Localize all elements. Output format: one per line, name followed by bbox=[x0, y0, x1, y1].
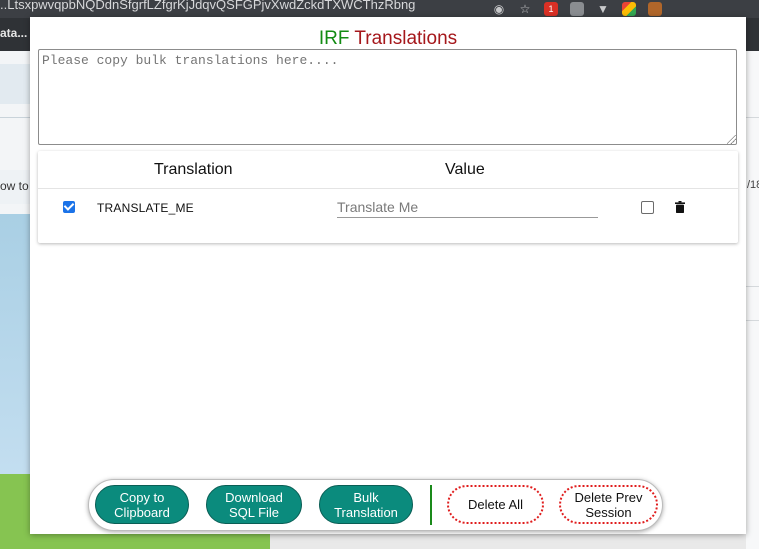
trash-icon[interactable] bbox=[675, 201, 685, 213]
background-image bbox=[0, 214, 30, 474]
row-flag-checkbox[interactable] bbox=[641, 201, 654, 214]
action-toolbar: Copy to Clipboard Download SQL File Bulk Tr… bbox=[88, 479, 663, 531]
bookmark-item[interactable]: ata... bbox=[0, 26, 27, 40]
background-text: ow to bbox=[0, 170, 30, 204]
toolbar-divider bbox=[430, 485, 432, 525]
button-label: Session bbox=[585, 504, 632, 520]
page-title: IRF Translations bbox=[30, 28, 746, 50]
star-icon[interactable]: ☆ bbox=[518, 2, 532, 16]
column-header-value: Value bbox=[445, 161, 485, 178]
vpn-icon[interactable]: ▼ bbox=[596, 2, 610, 16]
extension-icon[interactable]: 1 bbox=[544, 2, 558, 16]
title-translations: Translations bbox=[354, 28, 458, 49]
button-label: Bulk bbox=[353, 489, 379, 505]
button-label: SQL File bbox=[228, 504, 280, 520]
resize-handle[interactable] bbox=[727, 135, 736, 144]
header-divider bbox=[38, 188, 738, 189]
row-select-checkbox[interactable] bbox=[63, 201, 75, 213]
button-label: Copy to bbox=[119, 489, 165, 505]
delete-prev-session-button[interactable]: Delete Prev Session bbox=[559, 485, 658, 524]
browser-url-text: ..Ltsxpwvqpb​NQDdnSfgrfLZfgrKjJdqvQSFGPj… bbox=[0, 0, 416, 12]
extension-icon[interactable] bbox=[648, 2, 662, 16]
button-label: Clipboard bbox=[114, 504, 170, 520]
translation-value-input[interactable] bbox=[337, 197, 598, 218]
extension-icon[interactable] bbox=[622, 2, 636, 16]
copy-to-clipboard-button[interactable]: Copy to Clipboard bbox=[95, 485, 189, 524]
background-divider bbox=[746, 286, 759, 287]
background-page-right bbox=[746, 51, 759, 549]
background-banner bbox=[0, 64, 30, 104]
background-divider bbox=[746, 117, 759, 118]
background-divider bbox=[0, 117, 30, 118]
button-label: Delete Prev bbox=[574, 489, 643, 505]
browser-toolbar-icons: ◉ ☆ 1 ▼ bbox=[492, 0, 662, 18]
button-label: Delete All bbox=[468, 497, 523, 512]
button-label: Translation bbox=[334, 504, 398, 520]
background-text: /18 bbox=[747, 179, 759, 191]
translation-key: TRANSLATE_ME bbox=[97, 201, 194, 215]
title-irf: IRF bbox=[318, 28, 350, 49]
background-divider bbox=[746, 320, 759, 321]
translation-popup: IRF Translations Translation Value TRANS… bbox=[30, 17, 746, 534]
download-sql-file-button[interactable]: Download SQL File bbox=[206, 485, 302, 524]
delete-all-button[interactable]: Delete All bbox=[447, 485, 544, 524]
eye-icon[interactable]: ◉ bbox=[492, 2, 506, 16]
bulk-translation-button[interactable]: Bulk Translation bbox=[319, 485, 413, 524]
browser-address-bar: ..Ltsxpwvqpb​NQDdnSfgrfLZfgrKjJdqvQSFGPj… bbox=[0, 0, 759, 18]
button-label: Download bbox=[225, 489, 283, 505]
column-header-translation: Translation bbox=[154, 161, 233, 178]
bulk-translations-input[interactable] bbox=[38, 49, 737, 145]
translations-table: Translation Value TRANSLATE_ME bbox=[38, 151, 738, 243]
camera-icon[interactable] bbox=[570, 2, 584, 16]
